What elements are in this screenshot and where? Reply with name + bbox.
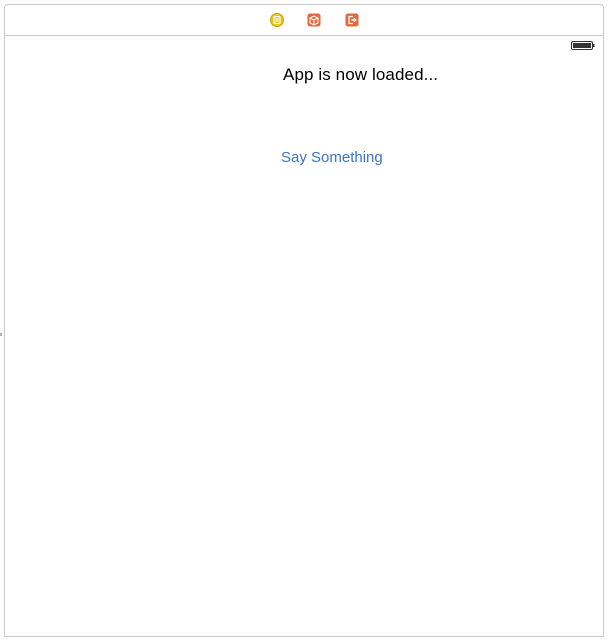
exit-icon[interactable] (345, 13, 359, 27)
say-something-button[interactable]: Say Something (281, 149, 383, 166)
battery-icon (571, 41, 595, 50)
view-controller-icon[interactable] (270, 13, 284, 27)
first-responder-icon[interactable] (307, 13, 321, 27)
scene-dock (4, 4, 604, 35)
segue-arrow-marker (0, 333, 2, 336)
storyboard-canvas: App is now loaded... Say Something (0, 0, 608, 640)
status-label: App is now loaded... (283, 65, 439, 84)
device-view: App is now loaded... Say Something (4, 35, 604, 637)
